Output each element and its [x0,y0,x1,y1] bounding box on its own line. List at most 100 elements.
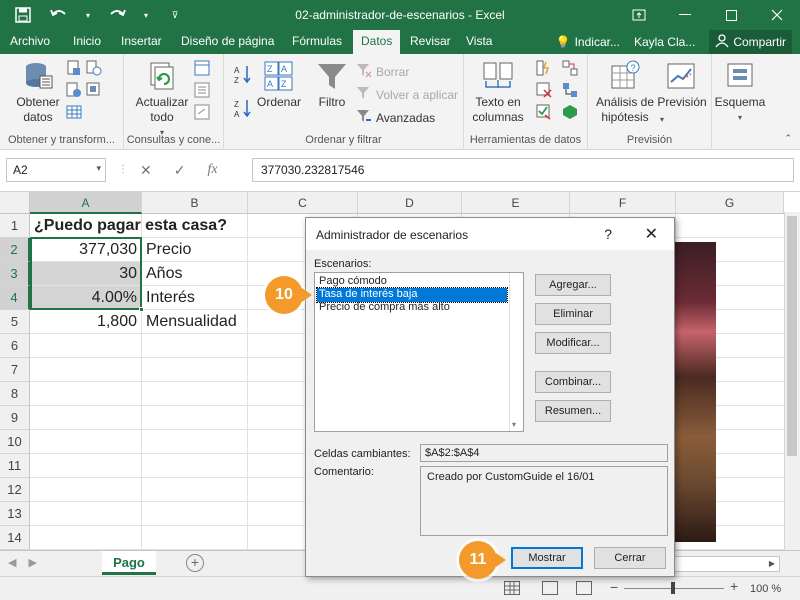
edit-links-button[interactable] [194,104,210,120]
row-header-2[interactable]: 2 [0,238,30,262]
cell-a3[interactable]: 30 [30,262,142,286]
tab-insertar[interactable]: Insertar [121,34,162,48]
scenario-item-tasa-interes-baja[interactable]: Tasa de interés baja [316,287,508,303]
row-header-10[interactable]: 10 [0,430,30,454]
row-header-12[interactable]: 12 [0,478,30,502]
close-button[interactable]: Cerrar [594,547,666,569]
user-name[interactable]: Kayla Cla... [634,35,695,49]
column-header-a[interactable]: A [30,192,142,214]
formula-input[interactable]: 377030.232817546 [252,158,794,182]
row-header-8[interactable]: 8 [0,382,30,406]
collapse-ribbon-icon[interactable]: ⌃ [784,133,792,144]
insert-function-icon[interactable]: fx [207,162,217,179]
row-header-9[interactable]: 9 [0,406,30,430]
row-header-13[interactable]: 13 [0,502,30,526]
row-header-1[interactable]: 1 [0,214,30,238]
sheet-tab-pago[interactable]: Pago [102,551,156,575]
row-header-4[interactable]: 4 [0,286,30,310]
vertical-scrollbar[interactable] [784,212,800,550]
confirm-entry-icon[interactable]: ✓ [174,162,186,179]
tab-archivo[interactable]: Archivo [10,34,50,48]
fill-handle[interactable] [139,307,144,312]
help-icon[interactable]: ? [604,226,612,242]
zoom-in-icon[interactable]: + [730,578,738,594]
close-window-icon[interactable] [754,0,800,30]
scenario-item-precio-compra-alto[interactable]: Precio de compra más alto [317,301,507,315]
from-table-button[interactable] [66,104,82,120]
from-text-button[interactable] [66,60,82,76]
horizontal-scrollbar[interactable]: ▶ [664,556,780,572]
list-scroll-down-icon[interactable]: ▾ [512,420,516,429]
summary-button[interactable]: Resumen... [535,400,611,422]
data-validation-button[interactable] [536,104,552,120]
cell-b4[interactable]: Interés [142,286,248,310]
add-sheet-icon[interactable]: + [186,554,204,572]
column-header-b[interactable]: B [142,192,248,214]
scenarios-list[interactable]: Pago cómodo Tasa de interés baja Precio … [314,272,524,432]
sort-az-button[interactable]: AZ [234,64,252,84]
name-box[interactable]: A2 ▾ [6,158,106,182]
close-dialog-icon[interactable]: ✕ [645,224,658,244]
cell-b2[interactable]: Precio [142,238,248,262]
minimize-icon[interactable] [662,0,708,30]
tab-formulas[interactable]: Fórmulas [292,34,342,48]
sort-button[interactable]: ZAAZ Ordenar [254,60,304,110]
consolidate-button[interactable] [562,60,578,76]
share-button[interactable]: Compartir [709,30,792,54]
add-scenario-button[interactable]: Agregar... [535,274,611,296]
column-header-e[interactable]: E [462,192,570,214]
column-header-f[interactable]: F [570,192,676,214]
tab-diseno-de-pagina[interactable]: Diseño de página [181,34,274,48]
edit-scenario-button[interactable]: Modificar... [535,332,611,354]
select-all-corner[interactable] [0,192,30,214]
column-header-c[interactable]: C [248,192,358,214]
cell-b3[interactable]: Años [142,262,248,286]
page-layout-view-icon[interactable] [542,581,558,595]
existing-connections-button[interactable] [86,82,102,98]
properties-button[interactable] [194,82,210,98]
row-header-3[interactable]: 3 [0,262,30,286]
cell-a1[interactable]: ¿Puedo pagar esta casa? [30,214,260,238]
clear-filter-button[interactable]: Borrar [356,62,409,81]
normal-view-icon[interactable] [504,581,520,595]
queries-connections-button[interactable] [194,60,210,76]
column-header-d[interactable]: D [358,192,462,214]
zoom-out-icon[interactable]: − [610,579,618,595]
vertical-scroll-thumb[interactable] [787,216,797,456]
cell-a2[interactable]: 377,030 [30,238,142,262]
zoom-level[interactable]: 100 % [750,583,781,595]
cell-a5[interactable]: 1,800 [30,310,142,334]
refresh-all-button[interactable]: Actualizar todo ▾ [132,60,192,140]
merge-scenarios-button[interactable]: Combinar... [535,371,611,393]
maximize-icon[interactable] [708,0,754,30]
filter-button[interactable]: Filtro [312,60,352,110]
text-to-columns-button[interactable]: Texto en columnas [468,60,528,125]
tab-inicio[interactable]: Inicio [73,34,101,48]
reapply-button[interactable]: Volver a aplicar [356,85,458,104]
remove-duplicates-button[interactable] [536,82,552,98]
show-button[interactable]: Mostrar [511,547,583,569]
dialog-title-bar[interactable]: Administrador de escenarios ? ✕ [306,218,674,250]
scroll-right-icon[interactable]: ▶ [765,557,779,571]
flash-fill-button[interactable] [536,60,552,76]
row-header-11[interactable]: 11 [0,454,30,478]
sort-za-button[interactable]: ZA [234,98,252,118]
prev-sheet-icon[interactable]: ◀ [8,556,16,569]
what-if-analysis-button[interactable]: ? Análisis de hipótesis ▾ [592,60,664,125]
get-data-button[interactable]: Obtener datos [10,60,66,125]
name-box-dropdown-icon[interactable]: ▾ [96,163,101,174]
row-header-6[interactable]: 6 [0,334,30,358]
tab-datos[interactable]: Datos [353,30,401,54]
ribbon-display-options-icon[interactable] [616,0,662,30]
list-scrollbar[interactable]: ▾ [509,273,523,431]
row-header-7[interactable]: 7 [0,358,30,382]
delete-scenario-button[interactable]: Eliminar [535,303,611,325]
outline-button[interactable]: Esquema ▾ [714,60,766,125]
next-sheet-icon[interactable]: ▶ [28,556,36,569]
tab-vista[interactable]: Vista [466,34,492,48]
manage-data-model-button[interactable] [562,104,578,120]
page-break-view-icon[interactable] [576,581,592,595]
relationships-button[interactable] [562,82,578,98]
recent-sources-button[interactable] [86,60,102,76]
cell-a4[interactable]: 4.00% [30,286,142,310]
